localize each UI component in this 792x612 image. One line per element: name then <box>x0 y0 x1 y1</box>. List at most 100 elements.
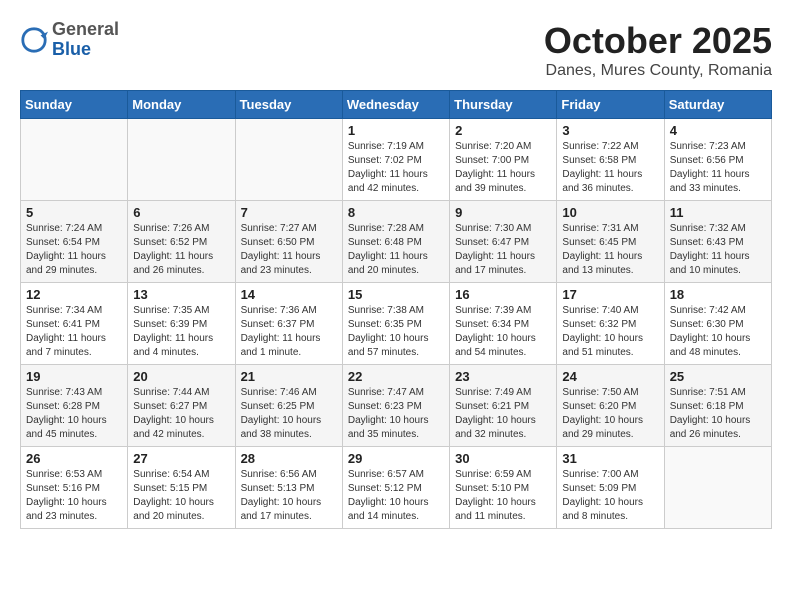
calendar-week-row: 19 Sunrise: 7:43 AM Sunset: 6:28 PM Dayli… <box>21 365 772 447</box>
day-number: 19 <box>26 369 122 384</box>
day-number: 31 <box>562 451 658 466</box>
calendar-cell: 24 Sunrise: 7:50 AM Sunset: 6:20 PM Dayli… <box>557 365 664 447</box>
calendar-cell: 22 Sunrise: 7:47 AM Sunset: 6:23 PM Dayli… <box>342 365 449 447</box>
calendar-cell: 3 Sunrise: 7:22 AM Sunset: 6:58 PM Daylig… <box>557 119 664 201</box>
day-info: Sunrise: 7:38 AM Sunset: 6:35 PM Dayligh… <box>348 304 444 360</box>
calendar-week-row: 5 Sunrise: 7:24 AM Sunset: 6:54 PM Daylig… <box>21 201 772 283</box>
day-info: Sunrise: 6:59 AM Sunset: 5:10 PM Dayligh… <box>455 468 551 524</box>
day-info: Sunrise: 7:34 AM Sunset: 6:41 PM Dayligh… <box>26 304 122 360</box>
day-info: Sunrise: 7:28 AM Sunset: 6:48 PM Dayligh… <box>348 222 444 278</box>
day-number: 11 <box>670 205 766 220</box>
weekday-header-wednesday: Wednesday <box>342 91 449 119</box>
weekday-header-friday: Friday <box>557 91 664 119</box>
calendar-cell: 27 Sunrise: 6:54 AM Sunset: 5:15 PM Dayli… <box>128 447 235 529</box>
calendar-cell: 1 Sunrise: 7:19 AM Sunset: 7:02 PM Daylig… <box>342 119 449 201</box>
day-number: 30 <box>455 451 551 466</box>
day-number: 21 <box>241 369 337 384</box>
day-info: Sunrise: 7:19 AM Sunset: 7:02 PM Dayligh… <box>348 140 444 196</box>
day-info: Sunrise: 7:40 AM Sunset: 6:32 PM Dayligh… <box>562 304 658 360</box>
day-number: 6 <box>133 205 229 220</box>
day-info: Sunrise: 7:24 AM Sunset: 6:54 PM Dayligh… <box>26 222 122 278</box>
day-info: Sunrise: 7:49 AM Sunset: 6:21 PM Dayligh… <box>455 386 551 442</box>
month-title: October 2025 <box>544 20 772 62</box>
day-info: Sunrise: 7:36 AM Sunset: 6:37 PM Dayligh… <box>241 304 337 360</box>
day-number: 23 <box>455 369 551 384</box>
day-info: Sunrise: 7:31 AM Sunset: 6:45 PM Dayligh… <box>562 222 658 278</box>
calendar-cell: 20 Sunrise: 7:44 AM Sunset: 6:27 PM Dayli… <box>128 365 235 447</box>
calendar-week-row: 26Sunrise: 6:53 AM Sunset: 5:16 PM Dayli… <box>21 447 772 529</box>
logo: General Blue <box>20 20 119 60</box>
calendar-cell: 31 Sunrise: 7:00 AM Sunset: 5:09 PM Dayli… <box>557 447 664 529</box>
calendar-cell: 2Sunrise: 7:20 AM Sunset: 7:00 PM Daylig… <box>450 119 557 201</box>
day-number: 24 <box>562 369 658 384</box>
weekday-header-thursday: Thursday <box>450 91 557 119</box>
day-number: 4 <box>670 123 766 138</box>
location-subtitle: Danes, Mures County, Romania <box>544 62 772 80</box>
calendar-cell: 14Sunrise: 7:36 AM Sunset: 6:37 PM Dayli… <box>235 283 342 365</box>
day-info: Sunrise: 7:46 AM Sunset: 6:25 PM Dayligh… <box>241 386 337 442</box>
day-number: 29 <box>348 451 444 466</box>
calendar-cell: 23 Sunrise: 7:49 AM Sunset: 6:21 PM Dayli… <box>450 365 557 447</box>
day-number: 8 <box>348 205 444 220</box>
logo-general-text: General <box>52 20 119 40</box>
day-info: Sunrise: 6:54 AM Sunset: 5:15 PM Dayligh… <box>133 468 229 524</box>
day-number: 18 <box>670 287 766 302</box>
calendar-cell: 26Sunrise: 6:53 AM Sunset: 5:16 PM Dayli… <box>21 447 128 529</box>
calendar-cell: 30 Sunrise: 6:59 AM Sunset: 5:10 PM Dayli… <box>450 447 557 529</box>
calendar-week-row: 12 Sunrise: 7:34 AM Sunset: 6:41 PM Dayli… <box>21 283 772 365</box>
weekday-header-sunday: Sunday <box>21 91 128 119</box>
calendar-cell: 12 Sunrise: 7:34 AM Sunset: 6:41 PM Dayli… <box>21 283 128 365</box>
calendar-cell <box>21 119 128 201</box>
calendar-cell: 15Sunrise: 7:38 AM Sunset: 6:35 PM Dayli… <box>342 283 449 365</box>
weekday-header-row: SundayMondayTuesdayWednesdayThursdayFrid… <box>21 91 772 119</box>
calendar-cell: 4Sunrise: 7:23 AM Sunset: 6:56 PM Daylig… <box>664 119 771 201</box>
calendar-cell <box>664 447 771 529</box>
day-number: 16 <box>455 287 551 302</box>
calendar-cell: 7Sunrise: 7:27 AM Sunset: 6:50 PM Daylig… <box>235 201 342 283</box>
day-info: Sunrise: 7:26 AM Sunset: 6:52 PM Dayligh… <box>133 222 229 278</box>
calendar-cell: 17Sunrise: 7:40 AM Sunset: 6:32 PM Dayli… <box>557 283 664 365</box>
day-number: 3 <box>562 123 658 138</box>
logo-blue-text: Blue <box>52 40 119 60</box>
calendar-cell <box>235 119 342 201</box>
logo-icon <box>20 26 48 54</box>
calendar-cell: 8 Sunrise: 7:28 AM Sunset: 6:48 PM Daylig… <box>342 201 449 283</box>
day-info: Sunrise: 7:50 AM Sunset: 6:20 PM Dayligh… <box>562 386 658 442</box>
title-block: October 2025 Danes, Mures County, Romani… <box>544 20 772 80</box>
weekday-header-saturday: Saturday <box>664 91 771 119</box>
calendar-table: SundayMondayTuesdayWednesdayThursdayFrid… <box>20 90 772 529</box>
day-number: 25 <box>670 369 766 384</box>
calendar-cell: 6 Sunrise: 7:26 AM Sunset: 6:52 PM Daylig… <box>128 201 235 283</box>
day-number: 27 <box>133 451 229 466</box>
day-info: Sunrise: 7:00 AM Sunset: 5:09 PM Dayligh… <box>562 468 658 524</box>
day-number: 1 <box>348 123 444 138</box>
day-number: 10 <box>562 205 658 220</box>
day-info: Sunrise: 6:57 AM Sunset: 5:12 PM Dayligh… <box>348 468 444 524</box>
weekday-header-tuesday: Tuesday <box>235 91 342 119</box>
day-info: Sunrise: 7:39 AM Sunset: 6:34 PM Dayligh… <box>455 304 551 360</box>
day-info: Sunrise: 7:27 AM Sunset: 6:50 PM Dayligh… <box>241 222 337 278</box>
calendar-cell: 11Sunrise: 7:32 AM Sunset: 6:43 PM Dayli… <box>664 201 771 283</box>
page-header: General Blue October 2025 Danes, Mures C… <box>20 20 772 80</box>
calendar-cell <box>128 119 235 201</box>
day-number: 2 <box>455 123 551 138</box>
day-number: 22 <box>348 369 444 384</box>
day-info: Sunrise: 7:51 AM Sunset: 6:18 PM Dayligh… <box>670 386 766 442</box>
day-info: Sunrise: 6:56 AM Sunset: 5:13 PM Dayligh… <box>241 468 337 524</box>
day-number: 12 <box>26 287 122 302</box>
day-number: 9 <box>455 205 551 220</box>
day-number: 5 <box>26 205 122 220</box>
calendar-cell: 28Sunrise: 6:56 AM Sunset: 5:13 PM Dayli… <box>235 447 342 529</box>
calendar-cell: 18Sunrise: 7:42 AM Sunset: 6:30 PM Dayli… <box>664 283 771 365</box>
calendar-cell: 9Sunrise: 7:30 AM Sunset: 6:47 PM Daylig… <box>450 201 557 283</box>
calendar-cell: 16 Sunrise: 7:39 AM Sunset: 6:34 PM Dayli… <box>450 283 557 365</box>
day-info: Sunrise: 7:44 AM Sunset: 6:27 PM Dayligh… <box>133 386 229 442</box>
day-info: Sunrise: 7:22 AM Sunset: 6:58 PM Dayligh… <box>562 140 658 196</box>
calendar-cell: 5 Sunrise: 7:24 AM Sunset: 6:54 PM Daylig… <box>21 201 128 283</box>
day-number: 13 <box>133 287 229 302</box>
calendar-cell: 19 Sunrise: 7:43 AM Sunset: 6:28 PM Dayli… <box>21 365 128 447</box>
day-info: Sunrise: 7:43 AM Sunset: 6:28 PM Dayligh… <box>26 386 122 442</box>
day-number: 20 <box>133 369 229 384</box>
calendar-cell: 10 Sunrise: 7:31 AM Sunset: 6:45 PM Dayli… <box>557 201 664 283</box>
day-info: Sunrise: 7:47 AM Sunset: 6:23 PM Dayligh… <box>348 386 444 442</box>
